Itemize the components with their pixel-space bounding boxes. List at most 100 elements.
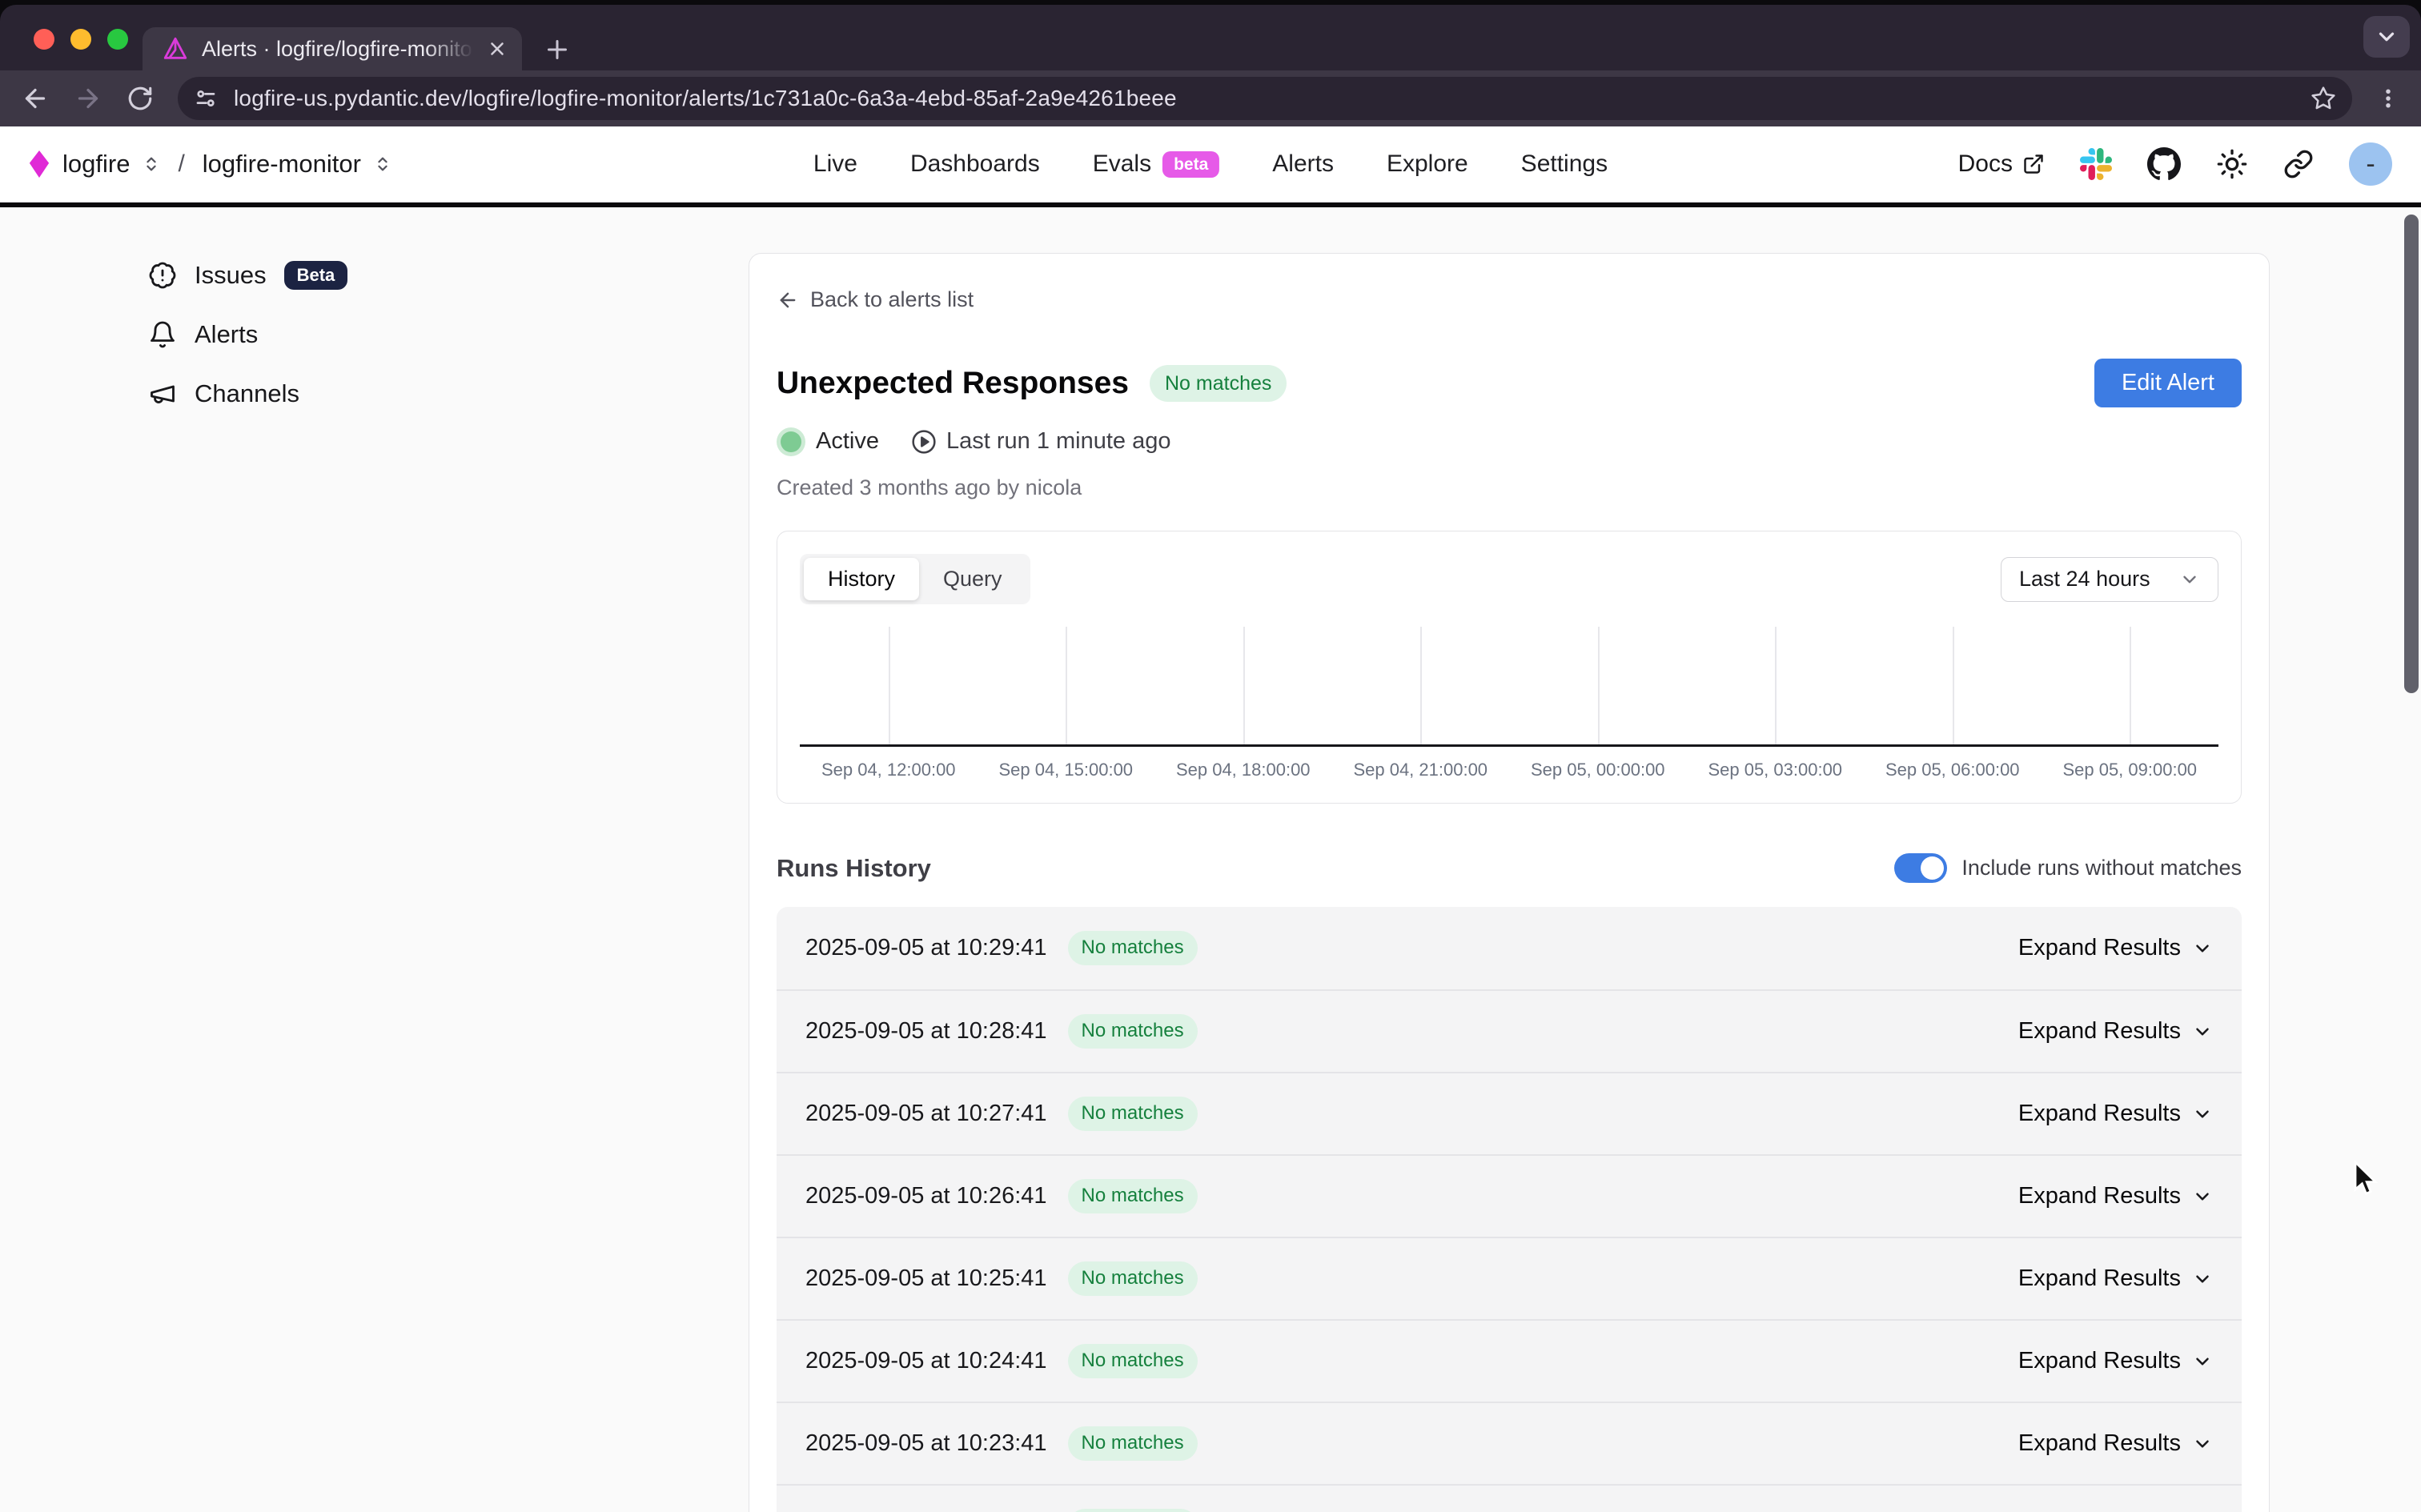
share-link-icon[interactable] xyxy=(2283,149,2314,179)
nav-evals[interactable]: Evals beta xyxy=(1093,150,1220,178)
back-icon[interactable] xyxy=(21,84,50,113)
tab-close-icon[interactable] xyxy=(487,38,508,59)
history-chart-x-axis: Sep 04, 12:00:00 Sep 04, 15:00:00 Sep 04… xyxy=(800,760,2218,780)
alert-status-badge: No matches xyxy=(1150,365,1287,402)
run-timestamp: 2025-09-05 at 10:28:41 xyxy=(805,1018,1047,1045)
external-link-icon xyxy=(2022,153,2045,175)
browser-toolbar: logfire-us.pydantic.dev/logfire/logfire-… xyxy=(0,70,2421,126)
run-row: 2025-09-05 at 10:28:41 No matches Expand… xyxy=(777,989,2242,1072)
tab-history[interactable]: History xyxy=(804,558,919,600)
x-tick-label: Sep 05, 09:00:00 xyxy=(2042,760,2219,780)
run-status-badge: No matches xyxy=(1068,1426,1198,1461)
expand-results-button[interactable]: Expand Results xyxy=(2018,1018,2213,1045)
history-query-tabs: History Query xyxy=(800,554,1030,604)
back-to-alerts-link[interactable]: Back to alerts list xyxy=(777,287,974,312)
history-panel-header: History Query Last 24 hours xyxy=(800,554,2218,604)
browser-window: Alerts · logfire/logfire-monitor xyxy=(0,5,2421,1512)
include-runs-toggle[interactable] xyxy=(1894,853,1947,883)
main-nav: Live Dashboards Evals beta Alerts Explor… xyxy=(813,150,1608,178)
expand-results-button[interactable]: Expand Results xyxy=(2018,1348,2213,1374)
project-switcher[interactable]: logfire-monitor xyxy=(203,150,361,178)
run-row: 2025-09-05 at 10:25:41 No matches Expand… xyxy=(777,1237,2242,1319)
x-tick-label: Sep 04, 21:00:00 xyxy=(1332,760,1510,780)
reload-icon[interactable] xyxy=(126,85,154,112)
browser-tab-strip: Alerts · logfire/logfire-monitor xyxy=(0,5,2421,70)
expand-results-button[interactable]: Expand Results xyxy=(2018,1183,2213,1209)
nav-alerts[interactable]: Alerts xyxy=(1272,150,1334,178)
github-icon[interactable] xyxy=(2147,147,2181,181)
site-settings-icon[interactable] xyxy=(194,86,218,110)
run-status-badge: No matches xyxy=(1068,1179,1198,1213)
runs-history-title: Runs History xyxy=(777,854,931,883)
run-status-badge: No matches xyxy=(1068,931,1198,965)
history-panel: History Query Last 24 hours xyxy=(777,531,2242,804)
evals-beta-badge: beta xyxy=(1162,151,1219,178)
alert-status-row: Active Last run 1 minute ago xyxy=(777,428,2242,455)
run-timestamp: 2025-09-05 at 10:25:41 xyxy=(805,1265,1047,1292)
runs-list: 2025-09-05 at 10:29:41 No matches Expand… xyxy=(777,907,2242,1512)
slack-icon[interactable] xyxy=(2080,148,2112,180)
sidebar: Issues Beta Alerts xyxy=(148,257,347,412)
tab-title: Alerts · logfire/logfire-monitor xyxy=(202,37,474,62)
run-timestamp: 2025-09-05 at 10:26:41 xyxy=(805,1183,1047,1209)
last-run: Last run 1 minute ago xyxy=(911,428,1171,455)
docs-link[interactable]: Docs xyxy=(1958,150,2045,178)
sidebar-item-issues[interactable]: Issues Beta xyxy=(148,257,347,294)
x-tick-label: Sep 04, 15:00:00 xyxy=(978,760,1155,780)
alert-title-row: Unexpected Responses No matches Edit Ale… xyxy=(777,359,2242,407)
screenshot-root: Alerts · logfire/logfire-monitor xyxy=(0,0,2421,1512)
page-scrollbar-thumb[interactable] xyxy=(2404,215,2419,693)
breadcrumb-separator: / xyxy=(178,150,184,178)
alert-detail-card: Back to alerts list Unexpected Responses… xyxy=(749,253,2270,1512)
nav-explore[interactable]: Explore xyxy=(1387,150,1468,178)
bookmark-star-icon[interactable] xyxy=(2311,86,2336,111)
nav-settings[interactable]: Settings xyxy=(1521,150,1608,178)
tab-search-button[interactable] xyxy=(2363,16,2410,58)
expand-results-button[interactable]: Expand Results xyxy=(2018,1430,2213,1457)
window-zoom-button[interactable] xyxy=(107,29,128,50)
url-text[interactable]: logfire-us.pydantic.dev/logfire/logfire-… xyxy=(234,86,2295,111)
expand-results-button[interactable]: Expand Results xyxy=(2018,935,2213,961)
chevron-down-icon xyxy=(2179,569,2200,590)
expand-results-button[interactable]: Expand Results xyxy=(2018,1265,2213,1292)
play-circle-icon xyxy=(911,429,937,455)
run-timestamp: 2025-09-05 at 10:29:41 xyxy=(805,935,1047,961)
run-row: 2025-09-05 at 10:26:41 No matches Expand… xyxy=(777,1154,2242,1237)
sidebar-item-alerts[interactable]: Alerts xyxy=(148,316,347,353)
theme-sun-icon[interactable] xyxy=(2216,148,2248,180)
run-row: 2025-09-05 at 10:23:41 No matches Expand… xyxy=(777,1402,2242,1484)
logfire-logo xyxy=(29,150,50,178)
address-bar[interactable]: logfire-us.pydantic.dev/logfire/logfire-… xyxy=(178,77,2352,120)
sidebar-item-channels[interactable]: Channels xyxy=(148,375,347,412)
time-range-select[interactable]: Last 24 hours xyxy=(2001,557,2218,602)
tab-query[interactable]: Query xyxy=(919,558,1026,600)
forward-icon[interactable] xyxy=(74,84,102,113)
unfold-icon[interactable] xyxy=(143,155,160,173)
content-area: Issues Beta Alerts xyxy=(0,207,2421,1512)
unfold-icon[interactable] xyxy=(374,155,391,173)
run-row: 2025-09-05 at 10:27:41 No matches Expand… xyxy=(777,1072,2242,1154)
run-timestamp: 2025-09-05 at 10:24:41 xyxy=(805,1348,1047,1374)
edit-alert-button[interactable]: Edit Alert xyxy=(2094,359,2242,407)
logfire-favicon xyxy=(162,35,189,62)
run-status-badge: No matches xyxy=(1068,1344,1198,1378)
alert-title: Unexpected Responses xyxy=(777,366,1129,401)
arrow-left-icon xyxy=(777,289,799,311)
expand-results-button[interactable]: Expand Results xyxy=(2018,1101,2213,1127)
org-switcher[interactable]: logfire xyxy=(62,150,130,178)
run-timestamp: 2025-09-05 at 10:27:41 xyxy=(805,1101,1047,1127)
window-close-button[interactable] xyxy=(34,29,54,50)
x-tick-label: Sep 05, 06:00:00 xyxy=(1864,760,2042,780)
user-avatar[interactable]: - xyxy=(2349,142,2392,186)
bell-icon xyxy=(148,320,177,349)
nav-dashboards[interactable]: Dashboards xyxy=(910,150,1040,178)
include-runs-toggle-label: Include runs without matches xyxy=(1961,856,2242,880)
header-actions: Docs xyxy=(1958,142,2392,186)
browser-tab-active[interactable]: Alerts · logfire/logfire-monitor xyxy=(143,27,522,70)
x-tick-label: Sep 04, 12:00:00 xyxy=(800,760,978,780)
new-tab-button[interactable] xyxy=(543,35,572,64)
browser-menu-icon[interactable] xyxy=(2376,86,2400,110)
window-minimize-button[interactable] xyxy=(70,29,91,50)
nav-live[interactable]: Live xyxy=(813,150,857,178)
runs-history-header: Runs History Include runs without matche… xyxy=(777,853,2242,883)
